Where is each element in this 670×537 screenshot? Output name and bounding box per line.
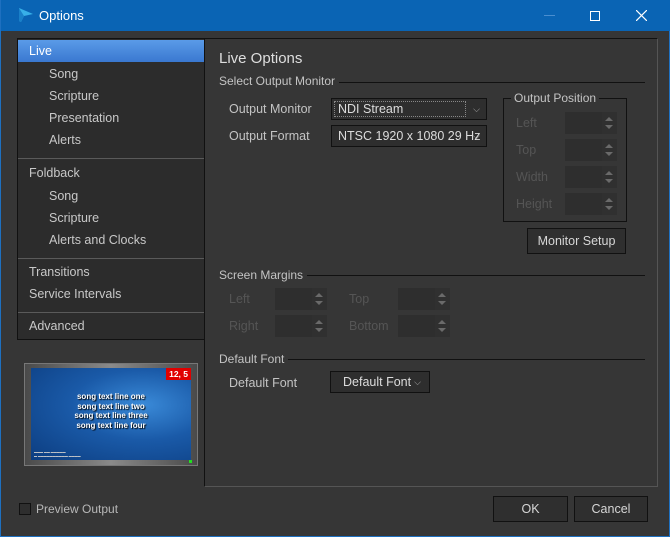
spin-up-icon[interactable] — [438, 320, 446, 324]
maximize-icon — [590, 10, 600, 21]
spin-up-icon[interactable] — [315, 320, 323, 324]
spin-up-icon[interactable] — [438, 293, 446, 297]
position-left-label: Left — [516, 116, 537, 130]
spin-down-icon[interactable] — [438, 301, 446, 305]
margin-bottom-label: Bottom — [349, 319, 389, 333]
group-title-output-position: Output Position — [511, 91, 600, 105]
app-logo-icon — [19, 8, 33, 22]
live-options-panel: Live Options Select Output Monitor Outpu… — [204, 38, 658, 487]
position-width-spinner[interactable] — [565, 166, 617, 188]
spin-up-icon[interactable] — [605, 144, 613, 148]
nav-foldback-song[interactable]: Song — [18, 185, 204, 207]
window-title: Options — [39, 8, 84, 23]
preview-output-checkbox[interactable] — [19, 503, 31, 515]
spin-down-icon[interactable] — [605, 206, 613, 210]
output-format-select[interactable]: NTSC 1920 x 1080 29 Hz ⌵ — [331, 125, 487, 147]
chevron-down-icon: ⌵ — [414, 377, 421, 387]
spin-up-icon[interactable] — [605, 117, 613, 121]
minimize-icon — [543, 15, 555, 16]
default-font-label: Default Font — [229, 376, 298, 390]
nav-live[interactable]: Live — [18, 40, 204, 62]
preview-screen: song text line one song text line two so… — [31, 368, 191, 460]
close-icon — [635, 10, 647, 21]
group-title-screen-margins: Screen Margins — [219, 268, 308, 282]
spin-up-icon[interactable] — [605, 198, 613, 202]
preview-line: song text line two — [77, 401, 145, 411]
nav-live-presentation[interactable]: Presentation — [18, 107, 204, 129]
position-width-label: Width — [516, 170, 548, 184]
nav-divider — [18, 312, 204, 313]
nav-service-intervals[interactable]: Service Intervals — [18, 283, 204, 305]
nav-foldback-alerts-clocks[interactable]: Alerts and Clocks — [18, 229, 204, 251]
preview-line: song text line four — [76, 420, 146, 430]
spin-down-icon[interactable] — [315, 301, 323, 305]
margin-right-label: Right — [229, 319, 259, 333]
default-font-value: Default Font — [343, 375, 412, 389]
spin-down-icon[interactable] — [438, 328, 446, 332]
default-font-button[interactable]: Default Font ⌵ — [330, 371, 430, 393]
preview-badge: 12, 5 — [166, 368, 191, 380]
margin-bottom-spinner[interactable] — [398, 315, 450, 337]
chevron-down-icon: ⌵ — [473, 104, 480, 114]
position-top-label: Top — [516, 143, 537, 157]
options-nav: Live Song Scripture Presentation Alerts … — [17, 38, 205, 340]
preview-output-label: Preview Output — [36, 502, 119, 516]
nav-foldback-scripture[interactable]: Scripture — [18, 207, 204, 229]
spin-down-icon[interactable] — [605, 125, 613, 129]
preview-lyrics: song text line one song text line two so… — [31, 392, 191, 430]
output-format-label: Output Format — [229, 129, 310, 143]
preview-output-toggle[interactable]: Preview Output — [19, 502, 118, 516]
preview-line: song text line one — [76, 392, 145, 401]
margin-left-spinner[interactable] — [275, 288, 327, 310]
nav-live-scripture[interactable]: Scripture — [18, 85, 204, 107]
nav-live-alerts[interactable]: Alerts — [18, 129, 204, 151]
nav-live-song[interactable]: Song — [18, 63, 204, 85]
nav-advanced[interactable]: Advanced — [18, 315, 204, 337]
nav-foldback[interactable]: Foldback — [18, 162, 204, 184]
spin-up-icon[interactable] — [315, 293, 323, 297]
margin-top-spinner[interactable] — [398, 288, 450, 310]
minimize-button[interactable] — [526, 0, 572, 31]
output-preview: song text line one song text line two so… — [24, 363, 198, 466]
cancel-button[interactable]: Cancel — [574, 496, 648, 522]
maximize-button[interactable] — [572, 0, 618, 31]
ok-button[interactable]: OK — [493, 496, 568, 522]
chevron-down-icon: ⌵ — [473, 131, 480, 141]
position-top-spinner[interactable] — [565, 139, 617, 161]
title-bar[interactable]: Options — [1, 0, 670, 31]
group-title-default-font: Default Font — [219, 352, 289, 366]
spin-up-icon[interactable] — [605, 171, 613, 175]
preview-line: song text line three — [74, 411, 148, 420]
output-monitor-select[interactable]: NDI Stream ⌵ — [331, 98, 487, 120]
margin-left-label: Left — [229, 292, 250, 306]
position-left-spinner[interactable] — [565, 112, 617, 134]
close-button[interactable] — [618, 0, 664, 31]
monitor-setup-button[interactable]: Monitor Setup — [527, 228, 626, 254]
preview-footer-text: ▬▬▬ ▬▬ ▬▬▬▬▬ ▬ ▬▬▬▬▬▬▬▬▬▬ ▬▬▬▬ — [34, 450, 81, 458]
group-title-output-monitor: Select Output Monitor — [219, 74, 340, 88]
margin-right-spinner[interactable] — [275, 315, 327, 337]
page-title: Live Options — [219, 50, 303, 67]
position-height-label: Height — [516, 197, 553, 211]
spin-down-icon[interactable] — [605, 152, 613, 156]
nav-divider — [18, 158, 204, 159]
spin-down-icon[interactable] — [315, 328, 323, 332]
nav-divider — [18, 258, 204, 259]
options-dialog: Options Live Song Scripture Presentation… — [0, 0, 670, 537]
output-format-value: NTSC 1920 x 1080 29 Hz — [338, 129, 481, 143]
spin-down-icon[interactable] — [605, 179, 613, 183]
nav-transitions[interactable]: Transitions — [18, 261, 204, 283]
position-height-spinner[interactable] — [565, 193, 617, 215]
output-monitor-label: Output Monitor — [229, 102, 312, 116]
status-led-icon — [189, 460, 192, 463]
margin-top-label: Top — [349, 292, 370, 306]
